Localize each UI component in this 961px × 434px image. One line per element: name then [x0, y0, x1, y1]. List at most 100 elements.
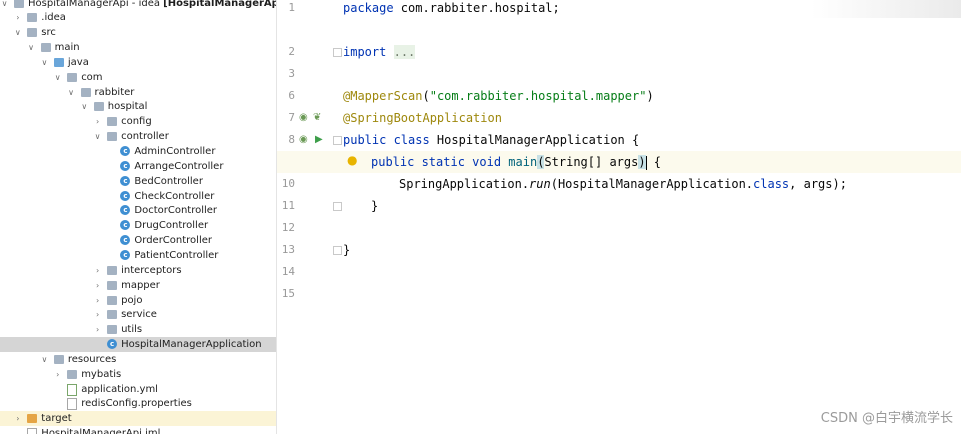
tree-item[interactable]: › target	[0, 411, 276, 427]
tree-item[interactable]: ∨ src	[0, 25, 276, 40]
method-name: main	[508, 155, 538, 169]
code-text: }	[371, 199, 379, 213]
tree-item[interactable]: c BedController	[0, 174, 276, 189]
code-text: HospitalManagerApplication {	[429, 133, 640, 147]
tree-item[interactable]: ∨ controller	[0, 129, 276, 144]
tree-item[interactable]: › utils	[0, 322, 276, 337]
fold-marker-icon[interactable]	[333, 202, 342, 211]
tree-item-suffix: - idea	[128, 0, 164, 9]
tree-item[interactable]: c AdminController	[0, 144, 276, 159]
chevron-down-icon[interactable]: ∨	[80, 99, 89, 114]
tree-item[interactable]: application.yml	[0, 382, 276, 397]
code-line-9: public class HospitalManagerApplication …	[343, 129, 639, 151]
tree-item[interactable]: › service	[0, 307, 276, 322]
tree-item[interactable]: ∨ com	[0, 70, 276, 85]
spring-bean-icon[interactable]: ◉	[299, 107, 308, 129]
tree-item-label: controller	[121, 131, 169, 143]
chevron-right-icon[interactable]: ›	[93, 293, 102, 308]
tree-item[interactable]: ∨ java	[0, 55, 276, 70]
spring-bean-icon[interactable]: ◉	[299, 129, 308, 151]
line-number: 13	[281, 243, 295, 256]
chevron-down-icon[interactable]: ∨	[93, 129, 102, 144]
folder-icon	[67, 369, 78, 379]
chevron-down-icon[interactable]: ∨	[53, 70, 62, 85]
chevron-right-icon[interactable]: ›	[93, 278, 102, 293]
annotation: @SpringBootApplication	[343, 111, 502, 125]
folded-imports[interactable]: ...	[393, 45, 416, 59]
tree-item[interactable]: › config	[0, 114, 276, 129]
tree-item[interactable]: c DoctorController	[0, 203, 276, 218]
tree-item[interactable]: ∨ resources	[0, 352, 276, 367]
tree-item-label: CheckController	[134, 190, 215, 202]
chevron-down-icon[interactable]: ∨	[40, 55, 49, 70]
package-icon	[107, 280, 118, 290]
tree-item-label: PatientController	[134, 249, 219, 261]
code-line-1: package com.rabbiter.hospital;	[343, 0, 560, 19]
tree-item[interactable]: redisConfig.properties	[0, 396, 276, 411]
tree-item[interactable]: c ArrangeController	[0, 159, 276, 174]
chevron-down-icon[interactable]: ∨	[0, 0, 9, 11]
chevron-down-icon[interactable]: ∨	[67, 85, 76, 100]
code-text: SpringApplication.	[399, 177, 530, 191]
chevron-right-icon[interactable]: ›	[13, 411, 22, 426]
tree-item-label: utils	[121, 324, 143, 336]
tree-item[interactable]: › .idea	[0, 10, 276, 25]
line-number: 6	[288, 89, 295, 102]
tree-item[interactable]: ∨ main	[0, 40, 276, 55]
run-icon[interactable]: ▶	[315, 129, 323, 151]
fold-marker-icon[interactable]	[333, 136, 342, 145]
chevron-right-icon[interactable]: ›	[53, 367, 62, 382]
iml-file-icon	[27, 428, 38, 434]
line-number: 14	[281, 265, 295, 278]
tree-item[interactable]: c OrderController	[0, 233, 276, 248]
line-number: 11	[281, 199, 295, 212]
tree-item[interactable]: ∨ HospitalManagerApi - idea [HospitalMana…	[0, 0, 276, 11]
tree-item[interactable]: HospitalManagerApi.iml	[0, 426, 276, 434]
line-number: 3	[288, 67, 295, 80]
spring-boot-class-icon: c	[107, 339, 118, 350]
package-icon	[93, 102, 104, 112]
chevron-right-icon[interactable]: ›	[93, 263, 102, 278]
package-icon	[107, 295, 118, 305]
paren-match: )	[638, 155, 646, 169]
tree-item-label: mybatis	[81, 368, 122, 380]
tree-item[interactable]: c HospitalManagerApplication	[0, 337, 276, 353]
chevron-down-icon[interactable]: ∨	[13, 25, 22, 40]
code-text: , args);	[789, 177, 847, 191]
code-text: String[] args	[544, 155, 639, 169]
tree-item-label: hospital	[107, 101, 148, 113]
source-folder-icon	[53, 57, 64, 67]
chevron-right-icon[interactable]: ›	[93, 322, 102, 337]
tree-item[interactable]: › pojo	[0, 293, 276, 308]
tree-item[interactable]: c PatientController	[0, 248, 276, 263]
lightbulb-icon[interactable]: ●	[347, 149, 357, 171]
chevron-right-icon[interactable]: ›	[93, 307, 102, 322]
spring-leaf-icon[interactable]: ❦	[313, 107, 321, 129]
tree-item[interactable]: c DrugController	[0, 218, 276, 233]
tree-item[interactable]: c CheckController	[0, 189, 276, 204]
tree-item[interactable]: › mybatis	[0, 367, 276, 382]
tree-item[interactable]: › interceptors	[0, 263, 276, 278]
tree-item-label: java	[67, 56, 89, 68]
chevron-down-icon[interactable]: ∨	[27, 40, 36, 55]
tree-item-label: com	[81, 71, 103, 83]
code-text: (	[422, 89, 430, 103]
tree-item-label: .idea	[41, 12, 66, 24]
fold-marker-icon[interactable]	[333, 48, 342, 57]
code-editor[interactable]: package com.rabbiter.hospital; import ..…	[277, 0, 961, 434]
tree-item[interactable]: › mapper	[0, 278, 276, 293]
yml-file-icon	[67, 383, 78, 396]
project-tree-panel: ∨ HospitalManagerApi - idea [HospitalMana…	[0, 0, 277, 434]
tree-item[interactable]: ∨ hospital	[0, 99, 276, 114]
folder-icon	[27, 28, 38, 38]
tree-item[interactable]: ∨ rabbiter	[0, 85, 276, 100]
fold-marker-icon[interactable]	[333, 246, 342, 255]
tree-item-label: config	[121, 116, 152, 128]
chevron-right-icon[interactable]: ›	[93, 114, 102, 129]
chevron-right-icon[interactable]: ›	[13, 10, 22, 25]
chevron-down-icon[interactable]: ∨	[40, 352, 49, 367]
code-text: com.rabbiter.hospital;	[393, 1, 560, 15]
code-text: )	[646, 89, 654, 103]
tree-item-label: application.yml	[81, 383, 158, 395]
tree-item-label: redisConfig.properties	[81, 398, 192, 410]
